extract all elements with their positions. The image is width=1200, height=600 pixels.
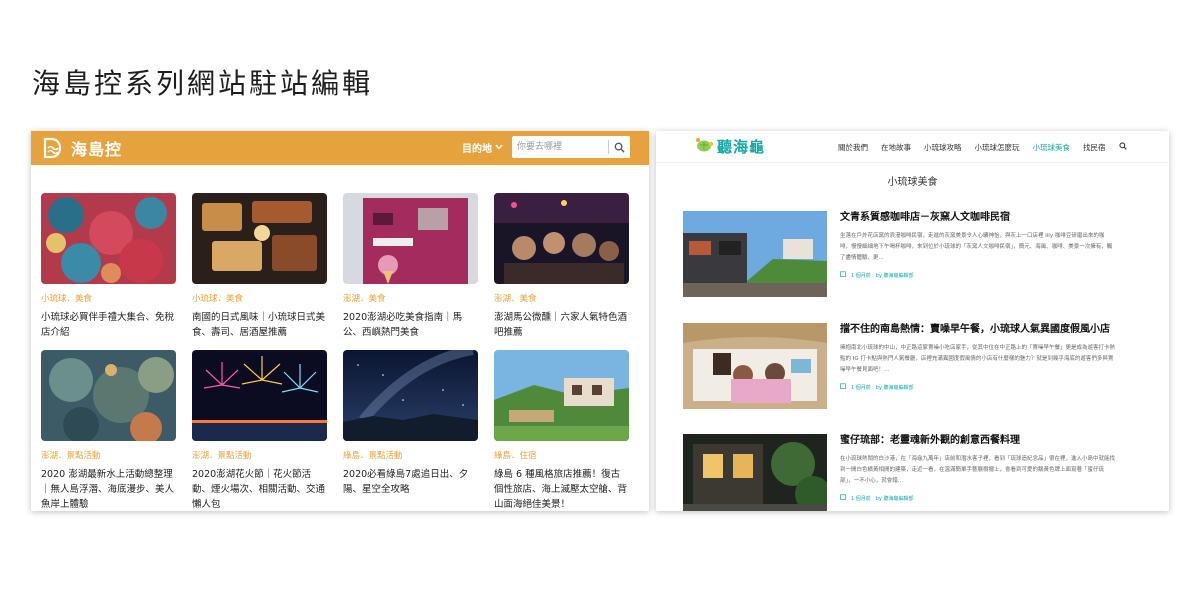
- category-heading: 小琉球美食: [887, 177, 938, 188]
- post-author[interactable]: by 聽海龜編輯部: [876, 384, 914, 391]
- post-excerpt: 在小琉球熱鬧的白沙港，在「海龜九萬年」店前和潛水客子裡，看到「琉球造紀念品」很在…: [840, 456, 1116, 484]
- article-category: 小琉球．美食: [192, 294, 244, 304]
- clock-icon: [840, 271, 846, 279]
- post-date: 1 個月前: [851, 384, 871, 391]
- post-meta: 1 個月前 by 聽海龜編輯部: [840, 383, 1115, 391]
- article-category: 澎湖．美食: [343, 294, 386, 304]
- nav-item-about[interactable]: 關於我們: [838, 142, 868, 153]
- article-card[interactable]: 澎湖．景點活動 2020澎湖花火節｜花火節活動、煙火場次、相關活動、交通懶人包: [192, 350, 327, 511]
- post-author[interactable]: by 聽海龜編輯部: [876, 495, 914, 502]
- right-site-logo[interactable]: 聽海龜: [694, 136, 765, 158]
- article-thumbnail[interactable]: [494, 350, 629, 441]
- article-thumbnail[interactable]: [343, 350, 478, 441]
- article-title[interactable]: 南國的日式風味｜小琉球日式美食、壽司、居酒屋推薦: [192, 310, 327, 340]
- search-input[interactable]: [512, 137, 608, 157]
- article-category: 澎湖．美食: [494, 294, 537, 304]
- article-thumbnail[interactable]: [494, 193, 629, 284]
- right-site-nav: 關於我們 在地故事 小琉球攻略 小琉球怎麼玩 小琉球美食 找民宿: [838, 142, 1127, 153]
- article-title[interactable]: 2020澎湖花火節｜花火節活動、煙火場次、相關活動、交通懶人包: [192, 467, 327, 511]
- nav-item-guide[interactable]: 小琉球攻略: [924, 142, 962, 153]
- article-card[interactable]: 綠島．景點活動 2020必看綠島7處追日出、夕陽、星空全攻略: [343, 350, 478, 511]
- article-category: 綠島．住宿: [494, 451, 537, 461]
- post-date: 1 個月前: [851, 495, 871, 502]
- article-category: 小琉球．美食: [41, 294, 93, 304]
- left-site-logo-text: 海島控: [71, 140, 123, 159]
- search-box: [512, 136, 630, 158]
- article-grid: 小琉球．美食 小琉球必買伴手禮大集合、免稅店介紹 小琉球．美食 南國的日式風味｜…: [41, 193, 629, 511]
- article-thumbnail[interactable]: [343, 193, 478, 284]
- article-category: 綠島．景點活動: [343, 451, 403, 461]
- post-author[interactable]: by 聽海龜編輯部: [876, 272, 914, 279]
- post-meta: 1 個月前 by 聽海龜編輯部: [840, 271, 1115, 279]
- destination-menu[interactable]: 目的地: [462, 140, 503, 155]
- right-site-logo-text: 聽海龜: [717, 138, 766, 156]
- post-excerpt: 坐落在戶外花店窯的浪漫咖啡民宿，走進的灰窯美景令人心曠神怡，與灰上一口店裡 li…: [840, 233, 1113, 261]
- article-title[interactable]: 2020澎湖必吃美食指南｜馬公、西嶼熱門美食: [343, 310, 478, 340]
- article-card[interactable]: 小琉球．美食 小琉球必買伴手禮大集合、免稅店介紹: [41, 193, 176, 340]
- left-site-logo[interactable]: 海島控: [41, 136, 122, 160]
- post-body: 文青系質感咖啡店－灰窯人文咖啡民宿 坐落在戶外花店窯的浪漫咖啡民宿，走進的灰窯美…: [840, 211, 1115, 279]
- article-thumbnail[interactable]: [41, 350, 176, 441]
- article-title[interactable]: 2020必看綠島7處追日出、夕陽、星空全攻略: [343, 467, 478, 511]
- post-meta: 1 個月前 by 聽海龜編輯部: [840, 494, 1115, 502]
- post-body: 擋不住的南島熱情：賣噪早午餐，小琉球人氣異國度假風小店 擁抱南北小琉球的中山，中…: [840, 323, 1115, 391]
- article-card[interactable]: 小琉球．美食 南國的日式風味｜小琉球日式美食、壽司、居酒屋推薦: [192, 193, 327, 340]
- search-icon[interactable]: [1118, 142, 1127, 153]
- article-card[interactable]: 綠島．住宿 綠島 6 種風格旅店推薦！復古個性旅店、海上滅壓太空艙、背山面海絕佳…: [494, 350, 629, 511]
- article-card[interactable]: 澎湖．景點活動 2020 澎湖最新水上活動總整理｜無人島浮潛、海底漫步、美人魚岸…: [41, 350, 176, 511]
- post-thumbnail[interactable]: [683, 211, 827, 297]
- article-thumbnail[interactable]: [41, 193, 176, 284]
- left-site-screenshot: 海島控 目的地 你要去哪裡 小琉球．美食 小琉球必買伴手禮大集合、免稅店介紹 小…: [31, 131, 649, 511]
- destination-label: 目的地: [462, 144, 492, 155]
- clock-icon: [840, 494, 846, 502]
- post-title[interactable]: 擋不住的南島熱情：賣噪早午餐，小琉球人氣異國度假風小店: [840, 323, 1115, 337]
- post-title[interactable]: 蜜仔琉部：老靈魂新外觀的創意西餐料理: [840, 434, 1115, 448]
- island-logo-icon: [41, 136, 65, 160]
- turtle-logo-icon: [694, 136, 714, 158]
- right-site-header: 聽海龜 關於我們 在地故事 小琉球攻略 小琉球怎麼玩 小琉球美食 找民宿: [656, 131, 1169, 163]
- article-category: 澎湖．景點活動: [41, 451, 101, 461]
- article-title[interactable]: 小琉球必買伴手禮大集合、免稅店介紹: [41, 310, 176, 340]
- article-card[interactable]: 澎湖．美食 2020澎湖必吃美食指南｜馬公、西嶼熱門美食: [343, 193, 478, 340]
- nav-item-food[interactable]: 小琉球美食: [1033, 142, 1071, 153]
- post-thumbnail[interactable]: [683, 323, 827, 409]
- nav-item-lodging[interactable]: 找民宿: [1083, 142, 1106, 153]
- search-icon[interactable]: [609, 137, 629, 157]
- chevron-down-icon: [495, 142, 503, 153]
- nav-item-how-to-play[interactable]: 小琉球怎麼玩: [975, 142, 1020, 153]
- page-title: 海島控系列網站駐站編輯: [32, 67, 374, 100]
- article-thumbnail[interactable]: [192, 350, 327, 441]
- left-site-header: 海島控 目的地: [31, 131, 649, 165]
- right-site-screenshot: 聽海龜 關於我們 在地故事 小琉球攻略 小琉球怎麼玩 小琉球美食 找民宿 小琉球…: [656, 131, 1169, 511]
- post-excerpt: 擁抱南北小琉球的中山，中正路這家賣噪小吃店家手，從其中位在中正路上的「賣噪早午餐…: [840, 345, 1116, 373]
- article-title[interactable]: 2020 澎湖最新水上活動總整理｜無人島浮潛、海底漫步、美人魚岸上體驗: [41, 467, 176, 511]
- nav-item-stories[interactable]: 在地故事: [881, 142, 911, 153]
- article-title[interactable]: 澎湖馬公微醺｜六家人氣特色酒吧推薦: [494, 310, 629, 340]
- clock-icon: [840, 383, 846, 391]
- article-thumbnail[interactable]: [192, 193, 327, 284]
- post-thumbnail[interactable]: [683, 434, 827, 511]
- post-date: 1 個月前: [851, 272, 871, 279]
- post-title[interactable]: 文青系質感咖啡店－灰窯人文咖啡民宿: [840, 211, 1115, 225]
- article-card[interactable]: 澎湖．美食 澎湖馬公微醺｜六家人氣特色酒吧推薦: [494, 193, 629, 340]
- post-body: 蜜仔琉部：老靈魂新外觀的創意西餐料理 在小琉球熱鬧的白沙港，在「海龜九萬年」店前…: [840, 434, 1115, 502]
- article-category: 澎湖．景點活動: [192, 451, 252, 461]
- article-title[interactable]: 綠島 6 種風格旅店推薦！復古個性旅店、海上滅壓太空艙、背山面海絕佳美景！: [494, 467, 629, 511]
